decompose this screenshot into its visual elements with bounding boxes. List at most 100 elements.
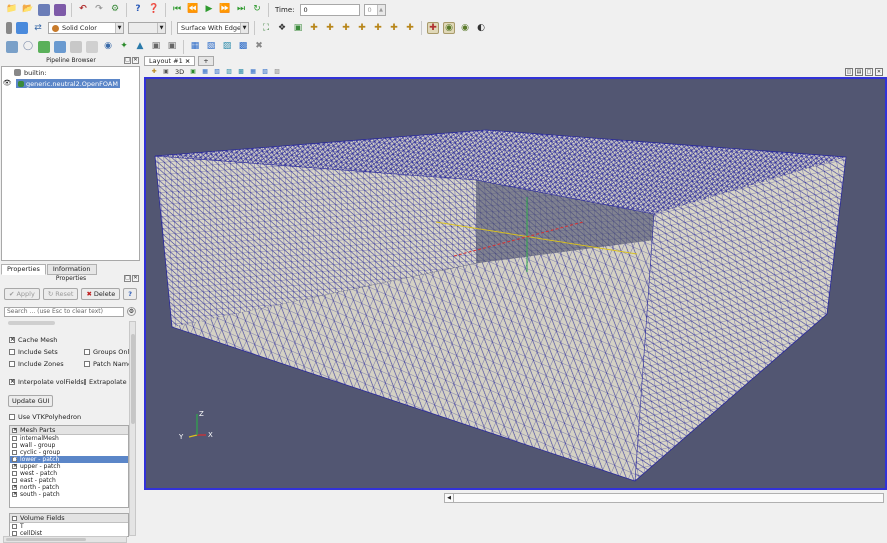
save-data-icon[interactable]	[38, 3, 50, 16]
list-item[interactable]: × upper - patch	[10, 463, 128, 470]
pipeline-item-source[interactable]: 👁 generic.neutral2.OpenFOAM	[2, 78, 139, 89]
collapsed-slider[interactable]	[8, 321, 55, 325]
float-icon[interactable]: □	[124, 57, 131, 64]
set-view-plus-x-icon[interactable]: ✚	[308, 22, 320, 34]
close-icon[interactable]: ✕	[132, 57, 139, 64]
save-state-icon[interactable]	[54, 3, 66, 16]
select-frustum-cells-icon[interactable]: ▨	[225, 68, 233, 76]
use-vtkpolyhedron-checkbox[interactable]: Use VTKPolyhedron	[9, 413, 81, 421]
select-block-icon[interactable]: ▩	[237, 41, 249, 53]
component-combo[interactable]: ▼	[128, 22, 166, 34]
next-frame-icon[interactable]: ⏩	[219, 4, 231, 16]
close-view-icon[interactable]: ✕	[875, 68, 883, 76]
screenshot-icon[interactable]: ▣	[189, 68, 197, 76]
last-frame-icon[interactable]: ⏭	[235, 4, 247, 16]
patch-names-checkbox[interactable]: Patch Names	[84, 360, 135, 368]
show-center-icon[interactable]: ◉	[443, 22, 455, 34]
help-icon[interactable]: ?	[132, 4, 144, 16]
volume-fields-list[interactable]: Volume Fields T cellDist	[9, 513, 129, 537]
list-item[interactable]: cyclic - group	[10, 449, 128, 456]
interactive-select-icon[interactable]: ▨	[221, 41, 233, 53]
help-button[interactable]: ?	[123, 288, 138, 300]
play-icon[interactable]: ▶	[203, 4, 215, 16]
representation-combo[interactable]: Surface With Edges ▼	[177, 22, 249, 34]
first-frame-icon[interactable]: ⏮	[171, 4, 183, 16]
mesh-scene[interactable]: X Y Z	[146, 79, 885, 488]
select-polygon-icon[interactable]: ▦	[249, 68, 257, 76]
close-icon[interactable]: ✕	[132, 275, 139, 282]
list-item[interactable]: wall - group	[10, 442, 128, 449]
threshold-icon[interactable]	[70, 40, 82, 53]
camera-icon[interactable]: ▣	[162, 68, 170, 76]
zoom-to-box-icon[interactable]: ▣	[292, 22, 304, 34]
open-icon[interactable]: 📁	[6, 4, 18, 16]
hscrollbar-thumb[interactable]	[6, 538, 86, 541]
undo-icon[interactable]: ↶	[77, 4, 89, 16]
set-view-plus-y-icon[interactable]: ✚	[340, 22, 352, 34]
color-by-combo[interactable]: Solid Color ▼	[48, 22, 124, 34]
rotate-view-icon[interactable]: ✚	[404, 22, 416, 34]
capture-icon[interactable]: ✚	[150, 68, 158, 76]
contour-icon[interactable]: ◯	[22, 41, 34, 53]
include-sets-checkbox[interactable]: Include Sets	[9, 348, 58, 356]
maximize-icon[interactable]: □	[865, 68, 873, 76]
list-item[interactable]: west - patch	[10, 470, 128, 477]
clip-icon[interactable]	[38, 40, 50, 53]
groups-only-checkbox[interactable]: Groups Only	[84, 348, 133, 356]
pipeline-item-builtin[interactable]: builtin:	[2, 67, 139, 78]
include-zones-checkbox[interactable]: Include Zones	[9, 360, 64, 368]
scrollbar-thumb[interactable]	[131, 334, 135, 424]
header-checkbox-icon[interactable]: ×	[12, 427, 17, 433]
cache-mesh-checkbox[interactable]: × Cache Mesh	[9, 336, 57, 344]
select-points-icon[interactable]: ▧	[205, 41, 217, 53]
render-view[interactable]: X Y Z	[144, 77, 887, 490]
reset-center-icon[interactable]: ◉	[459, 22, 471, 34]
pick-center-icon[interactable]: ◐	[475, 22, 487, 34]
interpolate-volfields-checkbox[interactable]: × Interpolate volFields	[9, 378, 84, 386]
clear-selection-icon[interactable]: ✖	[253, 41, 265, 53]
list-item[interactable]: × lower - patch	[10, 456, 128, 463]
eye-icon[interactable]: 👁	[3, 80, 12, 88]
reset-range-icon[interactable]: ⇄	[32, 22, 44, 34]
glyph-icon[interactable]: ◉	[102, 41, 114, 53]
mesh-parts-header[interactable]: × Mesh Parts	[10, 426, 128, 435]
float-icon[interactable]: □	[124, 275, 131, 282]
list-item[interactable]: internalMesh	[10, 435, 128, 442]
set-view-minus-z-icon[interactable]: ✚	[388, 22, 400, 34]
extract-subset-icon[interactable]	[86, 40, 98, 53]
properties-hscrollbar[interactable]	[3, 536, 127, 543]
properties-search-input[interactable]: Search ... (use Esc to clear text)	[4, 307, 124, 317]
pipeline-browser[interactable]: builtin: 👁 generic.neutral2.OpenFOAM	[1, 66, 140, 261]
scroll-left-icon[interactable]: ◀	[445, 494, 454, 502]
list-item[interactable]: east - patch	[10, 477, 128, 484]
split-vertical-icon[interactable]: ▤	[855, 68, 863, 76]
time-step-spinner[interactable]: 0 ▲	[363, 3, 386, 16]
properties-scrollbar[interactable]	[129, 321, 136, 536]
set-view-minus-y-icon[interactable]: ✚	[356, 22, 368, 34]
add-layout-tab[interactable]: +	[198, 56, 214, 66]
list-item[interactable]: × north - patch	[10, 484, 128, 491]
select-blocks-icon[interactable]: ▧	[261, 68, 269, 76]
slice-icon[interactable]	[54, 40, 66, 53]
stream-tracer-icon[interactable]: ✦	[118, 41, 130, 53]
hover-points-icon[interactable]: ▨	[273, 68, 281, 76]
reset-button[interactable]: ↻ Reset	[42, 288, 79, 300]
list-item[interactable]: T	[10, 523, 128, 530]
show-orientation-axes-icon[interactable]: ✚	[427, 22, 439, 34]
bottom-scroll-bar[interactable]: ◀	[444, 493, 884, 503]
select-surface-points-icon[interactable]: ▧	[213, 68, 221, 76]
select-cells-icon[interactable]: ▦	[189, 41, 201, 53]
calculator-icon[interactable]	[6, 40, 18, 53]
warp-by-vector-icon[interactable]: ▲	[134, 41, 146, 53]
spinner-arrows-icon[interactable]: ▲	[376, 4, 385, 15]
select-surface-cells-icon[interactable]: ▦	[201, 68, 209, 76]
whats-this-icon[interactable]: ❓	[148, 4, 160, 16]
view-3d-toggle[interactable]: 3D	[175, 68, 184, 76]
apply-button[interactable]: ✔ Apply	[4, 288, 40, 300]
advanced-gear-icon[interactable]: ⚙	[127, 307, 136, 316]
select-frustum-points-icon[interactable]: ▩	[237, 68, 245, 76]
extrapolate-checkbox[interactable]: Extrapolate P	[84, 378, 129, 386]
set-view-minus-x-icon[interactable]: ✚	[324, 22, 336, 34]
loop-icon[interactable]: ↻	[251, 4, 263, 16]
extract-level-icon[interactable]: ▣	[166, 41, 178, 53]
